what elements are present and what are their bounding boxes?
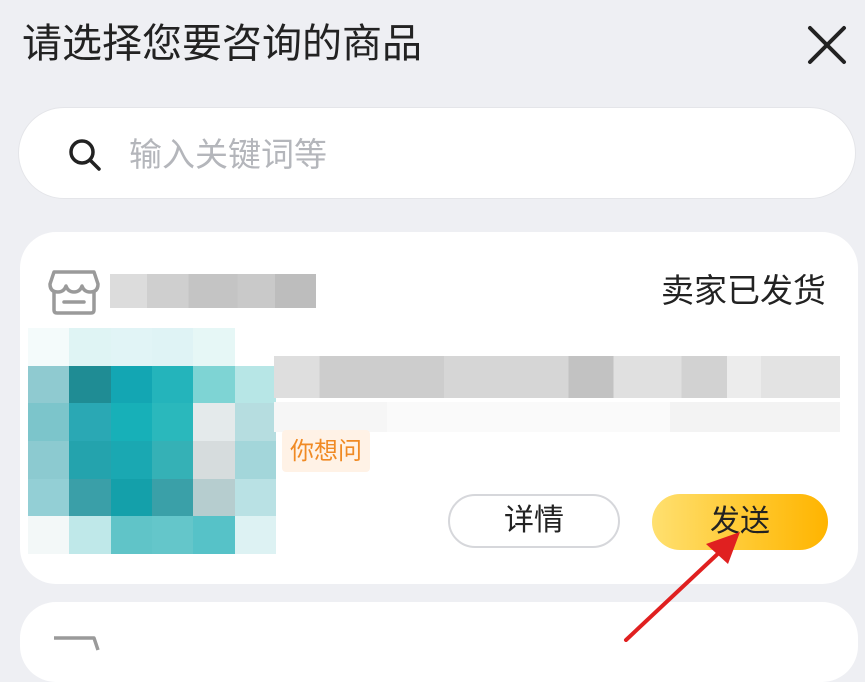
order-status: 卖家已发货: [661, 271, 826, 310]
annotation-arrow: [624, 532, 740, 642]
store-icon: [48, 270, 100, 315]
product-image[interactable]: [28, 328, 276, 554]
close-button[interactable]: [806, 24, 848, 66]
ask-tag: 你想问: [282, 430, 370, 472]
search-icon: [69, 139, 101, 171]
detail-button[interactable]: 详情: [448, 494, 620, 548]
page-title: 请选择您要咨询的商品: [22, 21, 422, 67]
shop-name-redacted: [110, 274, 316, 308]
product-spec-redacted: [274, 402, 840, 432]
search-input[interactable]: [127, 122, 831, 186]
product-title-redacted: [274, 356, 840, 398]
store-icon: [54, 636, 100, 651]
search-bar[interactable]: [18, 107, 856, 199]
close-icon: [808, 26, 846, 64]
